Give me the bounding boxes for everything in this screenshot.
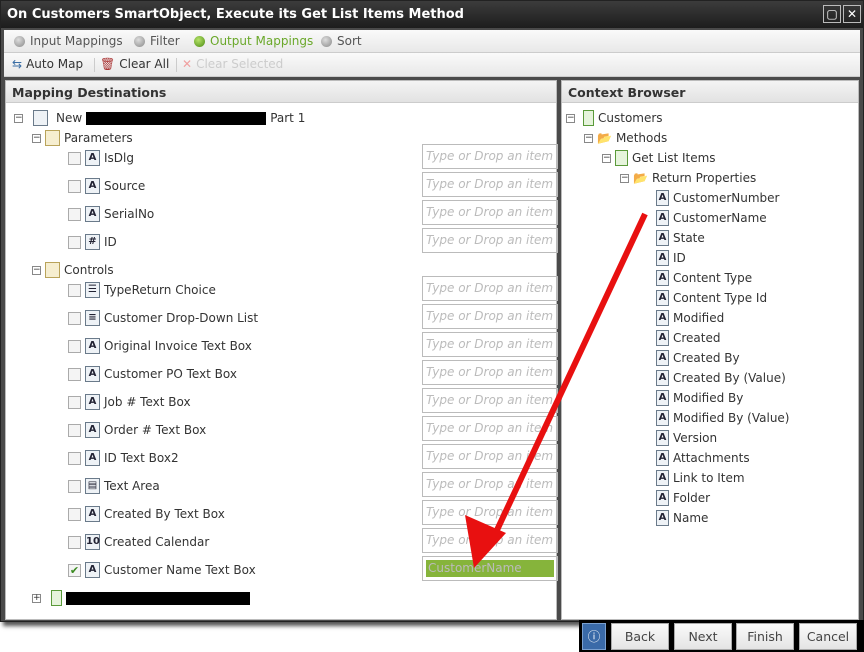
back-button[interactable]: Back [611, 623, 669, 650]
arrow-shaft [487, 212, 648, 547]
annotation-arrow [465, 212, 648, 568]
next-button[interactable]: Next [674, 623, 732, 650]
cancel-button[interactable]: Cancel [799, 623, 857, 650]
wizard-footer: ⓘ Back Next Finish Cancel [579, 620, 864, 652]
finish-button[interactable]: Finish [736, 623, 794, 650]
info-icon[interactable]: ⓘ [582, 623, 606, 650]
